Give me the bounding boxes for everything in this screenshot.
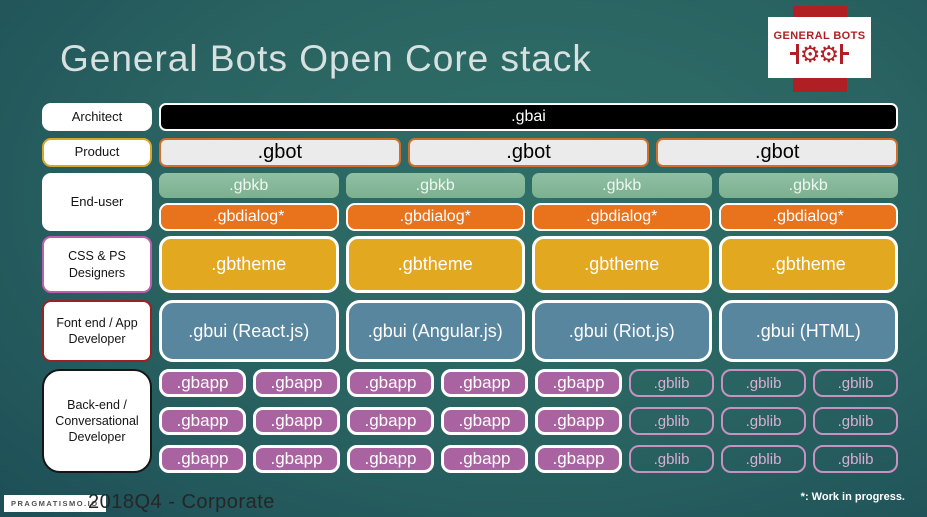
row-label-backend: Back-end / Conversational Developer xyxy=(42,369,152,473)
box-gblib: .gblib xyxy=(721,445,806,473)
box-gbui-html: .gbui (HTML) xyxy=(718,300,898,362)
box-gbdialog: .gbdialog* xyxy=(532,203,712,231)
box-gbapp: .gbapp xyxy=(253,369,340,397)
row-frontend: Font end / App Developer .gbui (React.js… xyxy=(42,300,898,362)
work-in-progress-note: *: Work in progress. xyxy=(800,491,905,503)
row-enduser: End-user .gbkb .gbkb .gbkb .gbkb .gbdial… xyxy=(42,173,898,231)
row-label-architect: Architect xyxy=(42,103,152,131)
box-gbai: .gbai xyxy=(159,103,898,131)
slide: General Bots Open Core stack GENERAL BOT… xyxy=(0,0,927,517)
box-gblib: .gblib xyxy=(813,369,898,397)
box-gbkb: .gbkb xyxy=(532,173,712,198)
row-label-designers: CSS & PS Designers xyxy=(42,236,152,293)
box-gbapp: .gbapp xyxy=(535,369,622,397)
box-gbapp: .gbapp xyxy=(535,407,622,435)
box-gbtheme: .gbtheme xyxy=(532,236,712,293)
box-gblib: .gblib xyxy=(629,445,714,473)
backend-row: .gbapp .gbapp .gbapp .gbapp .gbapp .gbli… xyxy=(159,407,898,435)
box-gbapp: .gbapp xyxy=(253,445,340,473)
box-gbot: .gbot xyxy=(656,138,899,167)
backend-row: .gbapp .gbapp .gbapp .gbapp .gbapp .gbli… xyxy=(159,445,898,473)
box-gblib: .gblib xyxy=(721,407,806,435)
box-gbapp: .gbapp xyxy=(159,369,246,397)
box-gblib: .gblib xyxy=(629,369,714,397)
gear-icon: ⚙ xyxy=(799,41,821,67)
box-gbapp: .gbapp xyxy=(347,445,434,473)
box-gbdialog: .gbdialog* xyxy=(345,203,525,231)
box-gbapp: .gbapp xyxy=(253,407,340,435)
row-product: Product .gbot .gbot .gbot xyxy=(42,138,899,167)
box-gbkb: .gbkb xyxy=(718,173,898,198)
box-gbdialog: .gbdialog* xyxy=(718,203,898,231)
box-gbapp: .gbapp xyxy=(159,445,246,473)
general-bots-logo: GENERAL BOTS ⚙ ⚙ xyxy=(768,17,871,78)
box-gbdialog: .gbdialog* xyxy=(159,203,339,231)
row-label-frontend: Font end / App Developer xyxy=(42,300,152,362)
gbdialog-row: .gbdialog* .gbdialog* .gbdialog* .gbdial… xyxy=(159,203,898,231)
footer-caption: 2018Q4 - Corporate xyxy=(88,491,275,513)
box-gbtheme: .gbtheme xyxy=(345,236,525,293)
box-gblib: .gblib xyxy=(629,407,714,435)
box-gbapp: .gbapp xyxy=(535,445,622,473)
row-backend: Back-end / Conversational Developer .gba… xyxy=(42,369,898,473)
box-gbkb: .gbkb xyxy=(345,173,525,198)
box-gbui-angular: .gbui (Angular.js) xyxy=(345,300,525,362)
row-label-product: Product xyxy=(42,138,152,167)
gear-icon: ⚙ xyxy=(818,41,840,67)
gears-icon: ⚙ ⚙ xyxy=(789,41,850,67)
logo-right-bar-icon xyxy=(840,44,850,64)
row-designers: CSS & PS Designers .gbtheme .gbtheme .gb… xyxy=(42,236,898,293)
stack-diagram: Architect .gbai Product .gbot .gbot .gbo… xyxy=(42,103,899,473)
logo-left-bar-icon xyxy=(789,44,799,64)
box-gbtheme: .gbtheme xyxy=(718,236,898,293)
box-gbkb: .gbkb xyxy=(159,173,339,198)
box-gblib: .gblib xyxy=(813,407,898,435)
box-gbapp: .gbapp xyxy=(441,369,528,397)
box-gblib: .gblib xyxy=(813,445,898,473)
box-gblib: .gblib xyxy=(721,369,806,397)
box-gbapp: .gbapp xyxy=(347,407,434,435)
backend-row: .gbapp .gbapp .gbapp .gbapp .gbapp .gbli… xyxy=(159,369,898,397)
box-gbapp: .gbapp xyxy=(441,407,528,435)
box-gbapp: .gbapp xyxy=(347,369,434,397)
box-gbui-react: .gbui (React.js) xyxy=(159,300,339,362)
gbkb-row: .gbkb .gbkb .gbkb .gbkb xyxy=(159,173,898,198)
box-gbot: .gbot xyxy=(407,138,650,167)
page-title: General Bots Open Core stack xyxy=(60,38,592,79)
row-label-enduser: End-user xyxy=(42,173,152,231)
box-gbot: .gbot xyxy=(159,138,401,167)
box-gbui-riot: .gbui (Riot.js) xyxy=(532,300,712,362)
box-gbtheme: .gbtheme xyxy=(159,236,339,293)
box-gbapp: .gbapp xyxy=(159,407,246,435)
row-architect: Architect .gbai xyxy=(42,103,898,131)
box-gbapp: .gbapp xyxy=(441,445,528,473)
